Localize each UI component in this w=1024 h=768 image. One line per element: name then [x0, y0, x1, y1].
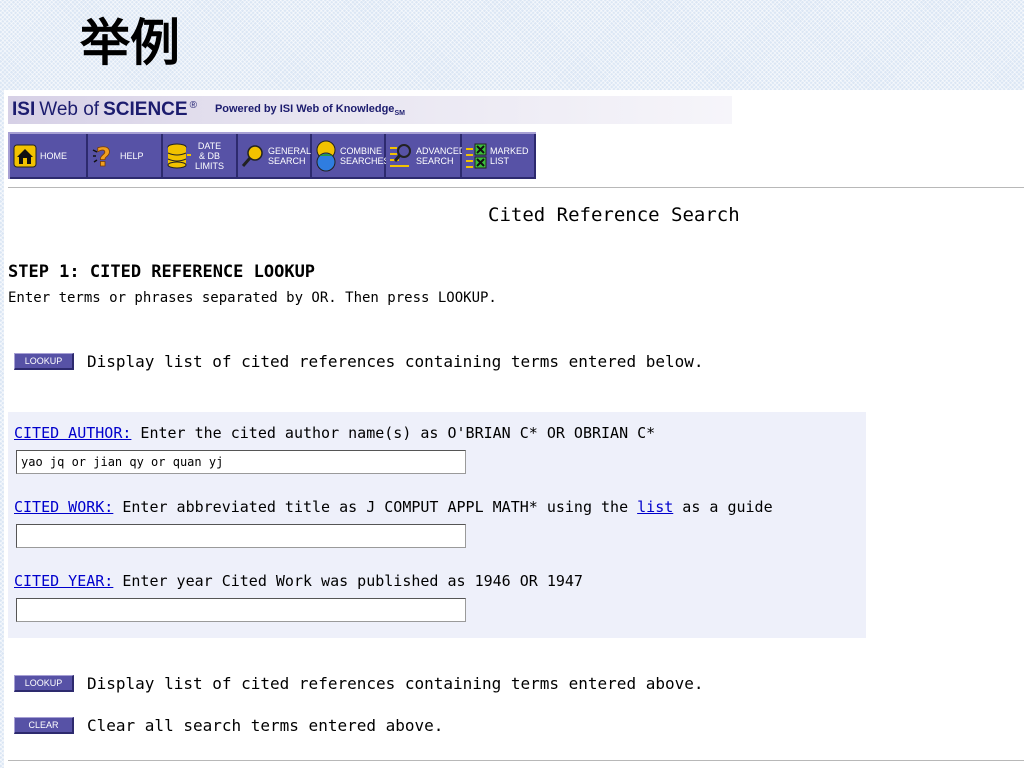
lookup-row-top: LOOKUP Display list of cited references … — [14, 352, 704, 371]
logo-isi: ISI — [12, 99, 36, 120]
divider-top — [8, 187, 1024, 189]
nav-help-label: HELP — [120, 151, 144, 161]
cited-reference-form: CITED AUTHOR: Enter the cited author nam… — [8, 412, 866, 638]
cited-author-input[interactable] — [16, 450, 466, 474]
journal-list-link[interactable]: list — [637, 498, 673, 516]
advanced-search-icon — [390, 143, 411, 167]
lookup-description-bottom: Display list of cited references contain… — [87, 674, 704, 693]
step1-title: STEP 1: CITED REFERENCE LOOKUP — [8, 262, 316, 282]
nav-marked-list-label: MARKED LIST — [490, 146, 529, 166]
svg-text:?: ? — [96, 143, 111, 170]
cited-work-label-line: CITED WORK: Enter abbreviated title as J… — [14, 498, 773, 516]
clear-row: CLEAR Clear all search terms entered abo… — [14, 716, 443, 735]
nav-searches-line: SEARCHES — [340, 155, 390, 166]
nav-marked-list-button[interactable]: MARKED LIST — [462, 134, 536, 179]
nav-search2-line: SEARCH — [416, 155, 454, 166]
database-icon — [167, 143, 191, 168]
nav-date-db-limits-button[interactable]: DATE & DB LIMITS — [163, 134, 238, 179]
nav-general-search-button[interactable]: GENERAL SEARCH — [238, 134, 312, 179]
lookup-row-bottom: LOOKUP Display list of cited references … — [14, 674, 704, 693]
cited-work-link[interactable]: CITED WORK: — [14, 498, 113, 516]
cited-author-hint: Enter the cited author name(s) as O'BRIA… — [131, 424, 656, 442]
lookup-button-top[interactable]: LOOKUP — [14, 353, 74, 370]
cited-work-hint-after: as a guide — [673, 498, 773, 516]
cited-year-label-line: CITED YEAR: Enter year Cited Work was pu… — [14, 572, 583, 590]
cited-year-hint: Enter year Cited Work was published as 1… — [113, 572, 583, 590]
marked-list-icon — [466, 143, 487, 168]
nav-toolbar: HOME ? HELP DATE & DB LIMITS GENERAL SEA… — [8, 132, 536, 179]
nav-combine-searches-label: COMBINE SEARCHES — [340, 146, 390, 166]
nav-combine-searches-button[interactable]: COMBINE SEARCHES — [312, 134, 390, 179]
logo-web-of: Web of — [39, 99, 100, 120]
isi-banner: ISI Web of SCIENCE ® Powered by ISI Web of … — [8, 96, 732, 124]
isi-logo: ISI Web of SCIENCE ® — [12, 99, 197, 121]
lookup-description-top: Display list of cited references contain… — [87, 352, 704, 371]
nav-date-line: DATE — [197, 140, 222, 151]
cited-year-link[interactable]: CITED YEAR: — [14, 572, 113, 590]
slide-title: 举例 — [80, 13, 180, 72]
logo-science: SCIENCE — [103, 99, 188, 120]
nav-home-label: HOME — [40, 151, 67, 161]
nav-home-button[interactable]: HOME — [10, 134, 88, 179]
cited-author-label-line: CITED AUTHOR: Enter the cited author nam… — [14, 424, 655, 442]
nav-home-line: HOME — [40, 150, 67, 161]
page-heading: Cited Reference Search — [488, 204, 740, 226]
cited-work-hint-before: Enter abbreviated title as J COMPUT APPL… — [113, 498, 638, 516]
nav-help-line: HELP — [120, 150, 144, 161]
clear-button[interactable]: CLEAR — [14, 717, 74, 734]
nav-marked-line: MARKED — [490, 145, 529, 156]
cited-author-link[interactable]: CITED AUTHOR: — [14, 424, 131, 442]
home-icon — [13, 144, 37, 167]
nav-general-search-label: GENERAL SEARCH — [268, 146, 311, 166]
cited-work-input[interactable] — [16, 524, 466, 548]
step1-instructions: Enter terms or phrases separated by OR. … — [8, 290, 497, 306]
magnifier-icon — [241, 144, 263, 167]
nav-advanced-search-button[interactable]: ADVANCED SEARCH — [386, 134, 465, 179]
nav-list-line: LIST — [490, 155, 510, 166]
lookup-button-bottom[interactable]: LOOKUP — [14, 675, 74, 692]
divider-bottom — [8, 760, 1024, 762]
powered-by-text: Powered by ISI Web of KnowledgeSM — [215, 103, 405, 117]
powered-by-label: Powered by ISI Web of Knowledge — [214, 102, 395, 115]
nav-general-line: GENERAL — [268, 145, 312, 156]
logo-registered-mark: ® — [189, 99, 197, 111]
nav-db-line: & DB — [199, 150, 221, 161]
nav-date-db-limits-label: DATE & DB LIMITS — [195, 141, 224, 171]
service-mark: SM — [394, 110, 405, 118]
browser-content: ISI Web of SCIENCE ® Powered by ISI Web of … — [4, 90, 1024, 768]
combine-icon — [316, 140, 336, 171]
nav-advanced-search-label: ADVANCED SEARCH — [416, 146, 465, 166]
nav-help-button[interactable]: ? HELP — [88, 134, 163, 179]
nav-combine-line: COMBINE — [340, 145, 383, 156]
clear-description: Clear all search terms entered above. — [87, 716, 444, 735]
nav-search-line: SEARCH — [268, 155, 306, 166]
nav-limits-line: LIMITS — [195, 160, 225, 171]
cited-year-input[interactable] — [16, 598, 466, 622]
help-icon: ? — [92, 142, 111, 170]
nav-advanced-line: ADVANCED — [416, 145, 466, 156]
